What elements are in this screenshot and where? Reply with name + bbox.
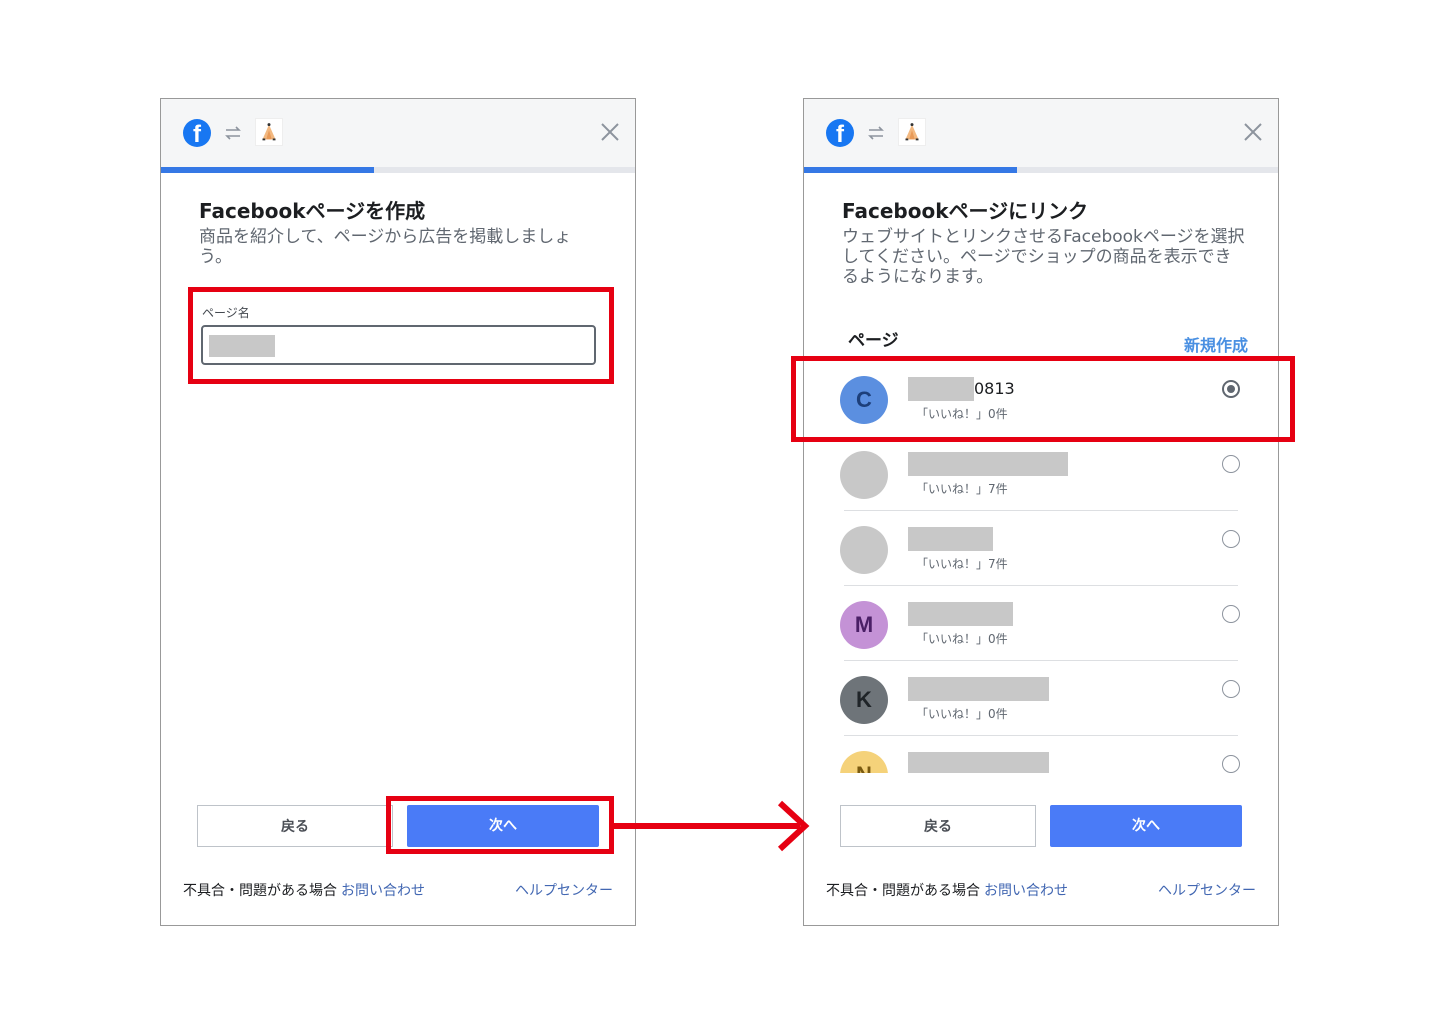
- page-select-radio[interactable]: [1222, 530, 1240, 548]
- page-select-radio[interactable]: [1222, 455, 1240, 473]
- page-list-item[interactable]: 「いいね！」7件: [804, 511, 1278, 586]
- page-select-radio[interactable]: [1222, 605, 1240, 623]
- contact-link[interactable]: お問い合わせ: [341, 883, 425, 899]
- redacted-text: [908, 677, 1049, 701]
- page-list-item[interactable]: N: [804, 736, 1278, 773]
- footer-label: 不具合・問題がある場合: [826, 883, 980, 899]
- help-center-link[interactable]: ヘルプセンター: [515, 880, 613, 900]
- page-likes-count: 「いいね！」7件: [916, 557, 1008, 571]
- dialog-title: Facebookページを作成: [199, 199, 426, 223]
- page-list-item[interactable]: 「いいね！」7件: [804, 436, 1278, 511]
- dialog-header: f: [161, 99, 635, 167]
- dialog-title: Facebookページにリンク: [842, 199, 1089, 223]
- redacted-text: [908, 752, 1049, 773]
- redacted-text: [908, 527, 993, 551]
- redacted-text: [908, 452, 1068, 476]
- page-likes-count: 「いいね！」0件: [916, 707, 1008, 721]
- progress-bar: [161, 167, 635, 173]
- page-avatar: [840, 451, 888, 499]
- next-button[interactable]: 次へ: [1050, 805, 1242, 847]
- facebook-logo-icon: f: [826, 119, 854, 147]
- page-likes-count: 「いいね！」0件: [916, 632, 1008, 646]
- page-list-item[interactable]: K 「いいね！」0件: [804, 661, 1278, 736]
- highlight-next-button: [386, 796, 614, 854]
- sync-icon: [225, 126, 241, 140]
- page-select-radio[interactable]: [1222, 755, 1240, 773]
- page-name: [908, 527, 993, 551]
- create-new-page-link[interactable]: 新規作成: [1184, 332, 1248, 356]
- footer-issue-text: 不具合・問題がある場合 お問い合わせ: [826, 880, 1068, 900]
- page-avatar: [840, 526, 888, 574]
- page-list-item[interactable]: M 「いいね！」0件: [804, 586, 1278, 661]
- page-name: [908, 602, 1013, 626]
- app-logo-icon: [255, 118, 283, 146]
- dialog-subtitle: 商品を紹介して、ページから広告を掲載しましょう。: [199, 227, 572, 267]
- progress-fill: [804, 167, 1018, 173]
- page-avatar: M: [840, 601, 888, 649]
- dialog-header: f: [804, 99, 1278, 167]
- pages-section-label: ページ: [848, 331, 899, 351]
- dialog-subtitle: ウェブサイトとリンクさせるFacebookページを選択してください。ページでショ…: [842, 227, 1245, 287]
- page-name: [908, 452, 1068, 476]
- page-avatar: N: [840, 751, 888, 773]
- redacted-text: [908, 602, 1013, 626]
- back-button[interactable]: 戻る: [840, 805, 1036, 847]
- help-center-link[interactable]: ヘルプセンター: [1158, 880, 1256, 900]
- close-icon[interactable]: [599, 121, 621, 143]
- facebook-logo-icon: f: [183, 119, 211, 147]
- close-icon[interactable]: [1242, 121, 1264, 143]
- contact-link[interactable]: お問い合わせ: [984, 883, 1068, 899]
- page-name: [908, 677, 1049, 701]
- app-logo-icon: [898, 118, 926, 146]
- page-likes-count: 「いいね！」7件: [916, 482, 1008, 496]
- progress-bar: [804, 167, 1278, 173]
- page-select-radio[interactable]: [1222, 680, 1240, 698]
- link-page-dialog: f Facebookページにリンク ウェブサイトとリンクさせるFacebookペ…: [803, 98, 1279, 926]
- highlight-selected-page: [791, 356, 1295, 442]
- highlight-page-name-field: [188, 287, 614, 384]
- page-name: [908, 752, 1049, 773]
- page-avatar: K: [840, 676, 888, 724]
- back-button[interactable]: 戻る: [197, 805, 393, 847]
- flow-arrow-icon: [610, 800, 810, 852]
- footer-label: 不具合・問題がある場合: [183, 883, 337, 899]
- footer-issue-text: 不具合・問題がある場合 お問い合わせ: [183, 880, 425, 900]
- progress-fill: [161, 167, 375, 173]
- sync-icon: [868, 126, 884, 140]
